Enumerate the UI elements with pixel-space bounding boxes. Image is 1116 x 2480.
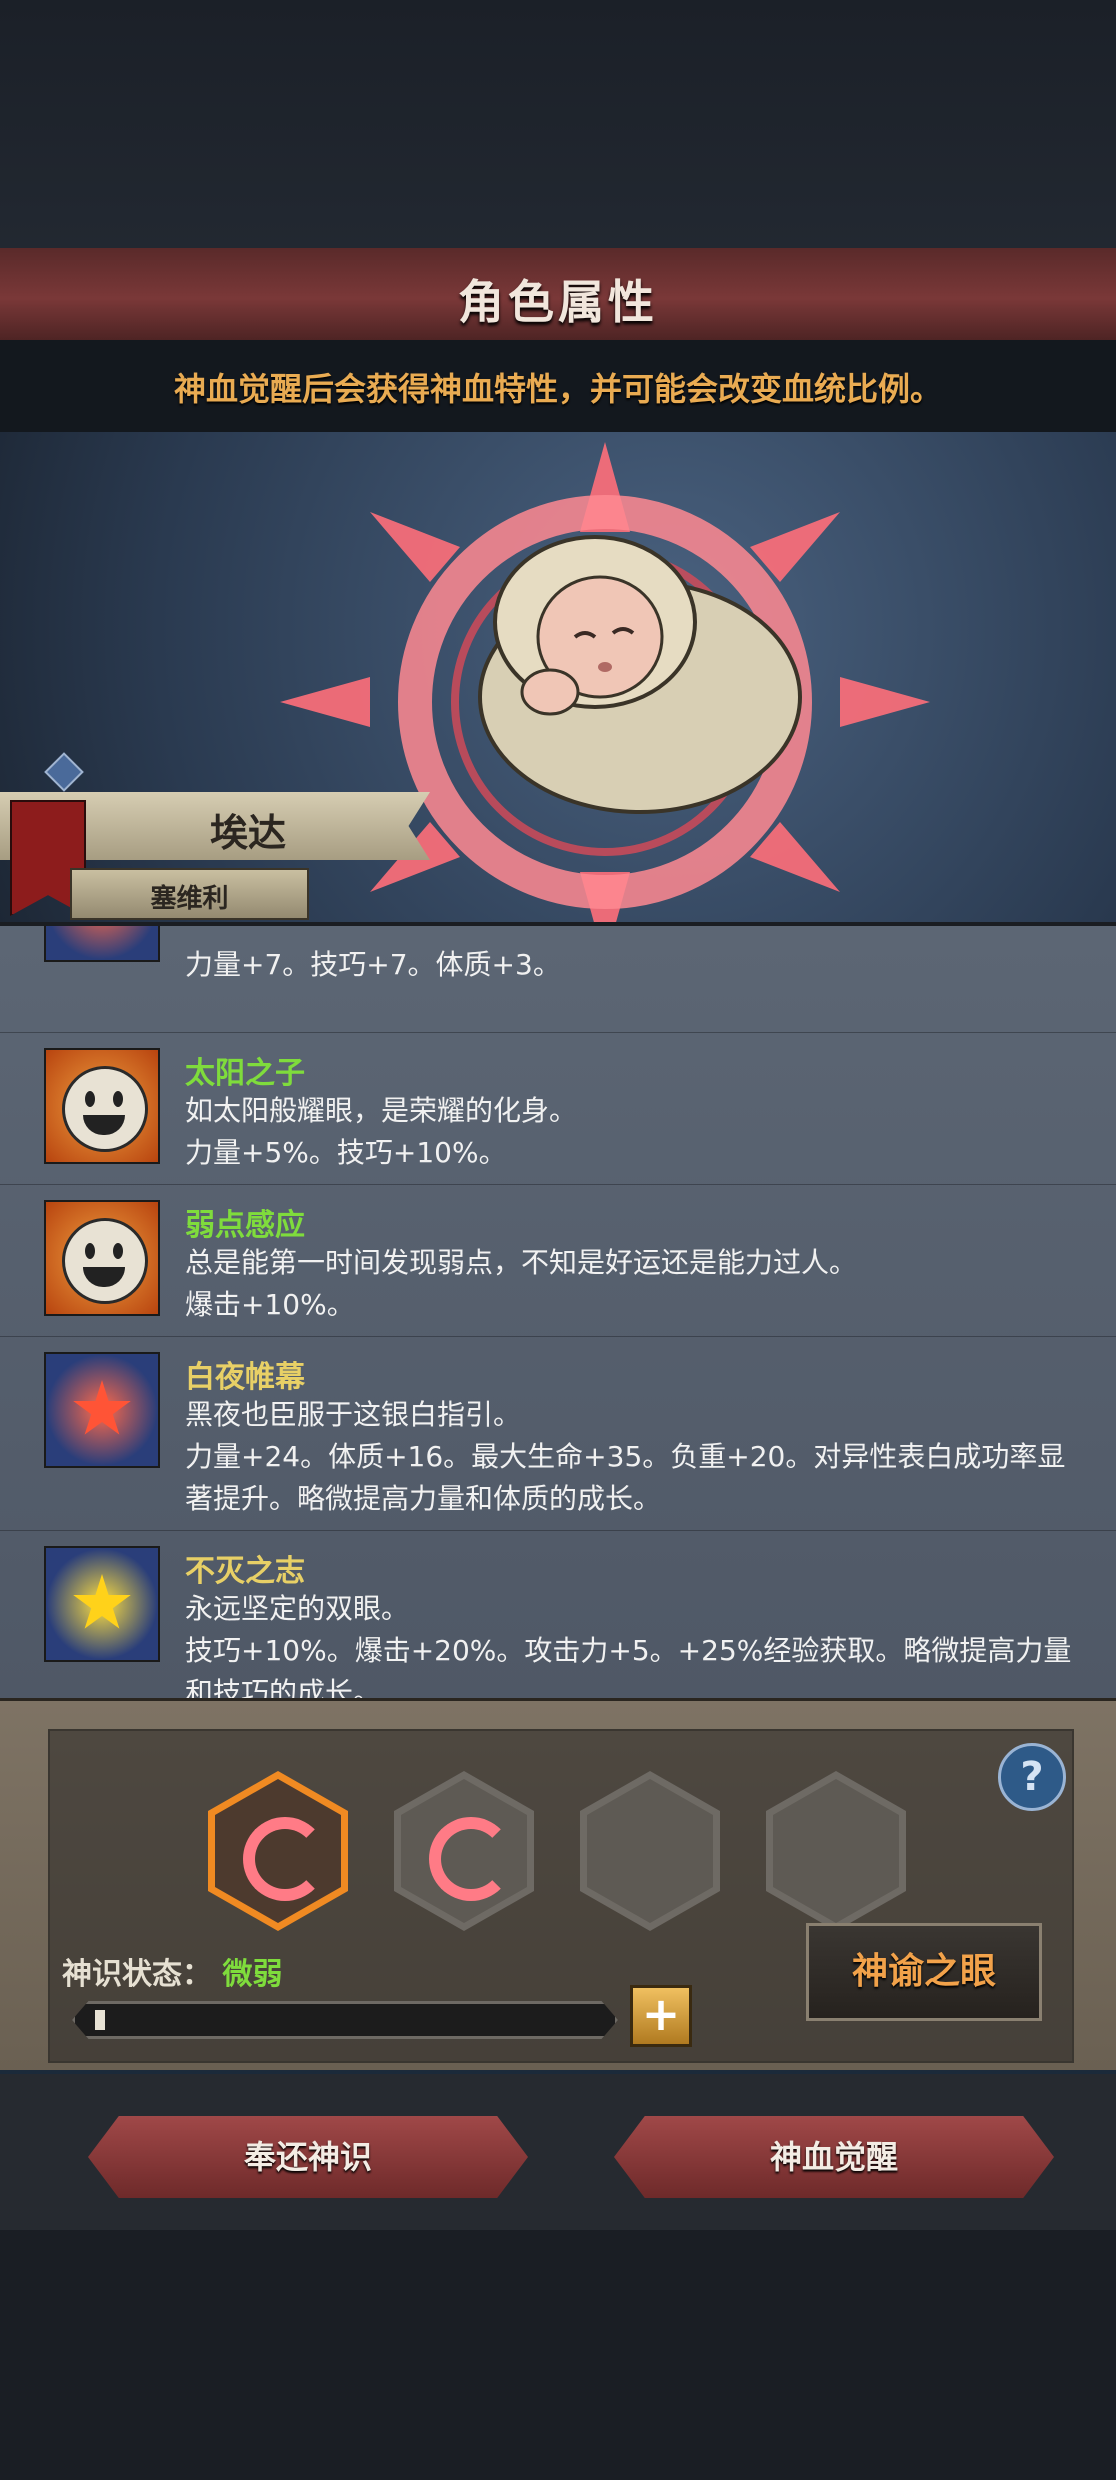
trait-list[interactable]: 力量+7。技巧+7。体质+3。 太阳之子 如太阳般耀眼，是荣耀的化身。 力量+5… (0, 922, 1116, 1702)
trait-name: 太阳之子 (185, 1056, 305, 1091)
bottom-backdrop (0, 2230, 1116, 2480)
slot-box: ? 神识状态： 微弱 + 神谕之眼 (48, 1729, 1074, 2063)
trait-desc: 如太阳般耀眼，是荣耀的化身。 (185, 1094, 578, 1127)
divine-sense-panel: ? 神识状态： 微弱 + 神谕之眼 (0, 1698, 1116, 2073)
divine-sense-progress-bar (72, 2001, 618, 2039)
character-name: 埃达 (210, 811, 287, 855)
blood-ring-icon (429, 1817, 513, 1901)
golden-sun-icon (73, 1574, 131, 1629)
divine-slot-2[interactable] (394, 1771, 534, 1931)
oracle-eye-button[interactable]: 神谕之眼 (806, 1923, 1042, 2021)
divine-blood-awaken-button[interactable]: 神血觉醒 (614, 2116, 1054, 2198)
trait-name: 弱点感应 (185, 1208, 305, 1243)
list-item: 太阳之子 如太阳般耀眼，是荣耀的化身。 力量+5%。技巧+10%。 (0, 1032, 1116, 1185)
trait-name: 白夜帷幕 (185, 1360, 305, 1395)
return-divine-sense-button[interactable]: 奉还神识 (88, 2116, 528, 2198)
help-icon[interactable]: ? (998, 1743, 1066, 1811)
trait-icon (44, 1352, 160, 1468)
divine-slot-4[interactable] (766, 1771, 906, 1931)
red-burst-icon (73, 1380, 131, 1435)
swaddled-baby-portrait (478, 535, 802, 814)
trait-icon (44, 1546, 160, 1662)
trait-effect: 力量+5%。技巧+10%。 (185, 1136, 507, 1169)
trait-effect: 技巧+10%。爆击+20%。攻击力+5。+25%经验获取。略微提高力量和技巧的成… (185, 1634, 1072, 1702)
trait-effect: 爆击+10%。 (185, 1288, 355, 1321)
status-row: 神识状态： 微弱 (62, 1949, 282, 1993)
notice-text: 神血觉醒后会获得神血特性，并可能会改变血统比例。 (173, 370, 942, 408)
partial-trait-icon (44, 926, 160, 962)
blood-ring-icon (243, 1817, 327, 1901)
trait-name: 不灭之志 (185, 1554, 305, 1589)
notice-bar: 神血觉醒后会获得神血特性，并可能会改变血统比例。 (0, 340, 1116, 432)
house-name: 塞维利 (150, 884, 229, 914)
list-item: 力量+7。技巧+7。体质+3。 (0, 926, 1116, 1033)
status-label: 神识状态： (62, 1957, 212, 1992)
list-item: 不灭之志 永远坚定的双眼。 技巧+10%。爆击+20%。攻击力+5。+25%经验… (0, 1530, 1116, 1702)
status-value: 微弱 (222, 1957, 283, 1992)
smiley-face-icon (62, 1218, 148, 1304)
progress-fill (95, 2010, 105, 2030)
house-banner: 塞维利 (70, 868, 309, 920)
trait-icon (44, 1048, 160, 1164)
trait-desc: 永远坚定的双眼。 (185, 1592, 410, 1625)
trait-effect: 力量+24。体质+16。最大生命+35。负重+20。对异性表白成功率显著提升。略… (185, 1440, 1066, 1515)
action-bar: 奉还神识 神血觉醒 (0, 2070, 1116, 2234)
divine-slot-3[interactable] (580, 1771, 720, 1931)
list-item: 白夜帷幕 黑夜也臣服于这银白指引。 力量+24。体质+16。最大生命+35。负重… (0, 1336, 1116, 1531)
trait-icon (44, 1200, 160, 1316)
smiley-face-icon (62, 1066, 148, 1152)
top-backdrop (0, 0, 1116, 248)
divine-slot-1[interactable] (208, 1771, 348, 1931)
title-bar: 角色属性 (0, 248, 1116, 340)
trait-desc: 总是能第一时间发现弱点，不知是好运还是能力过人。 (185, 1246, 858, 1279)
page-title: 角色属性 (458, 275, 658, 329)
trait-effect: 力量+7。技巧+7。体质+3。 (185, 948, 561, 981)
list-item: 弱点感应 总是能第一时间发现弱点，不知是好运还是能力过人。 爆击+10%。 (0, 1184, 1116, 1337)
add-icon[interactable]: + (630, 1985, 692, 2047)
trait-desc: 黑夜也臣服于这银白指引。 (185, 1398, 522, 1431)
